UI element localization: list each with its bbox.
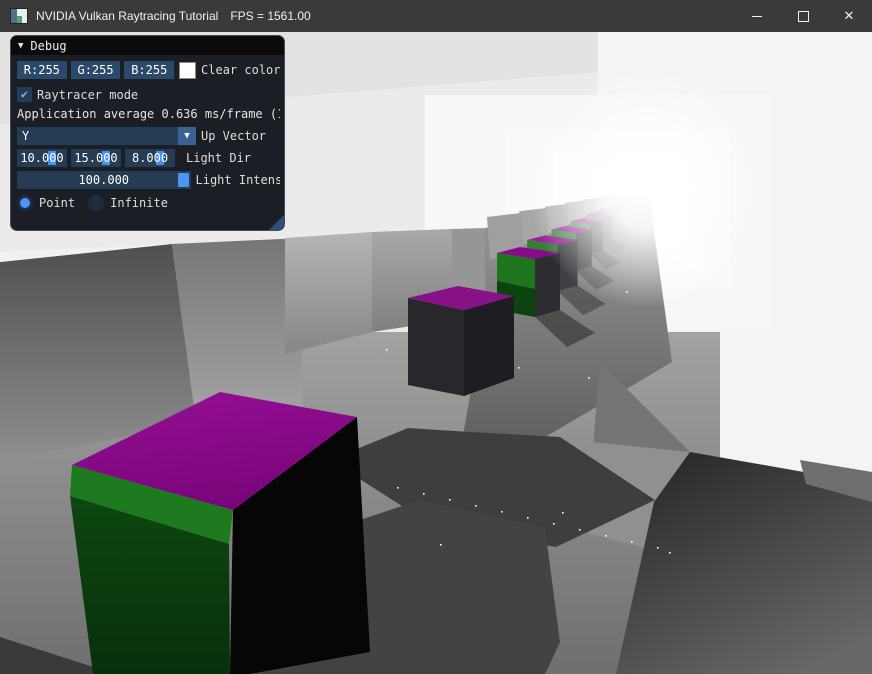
specular-dot — [527, 517, 529, 519]
performance-text: Application average 0.636 ms/frame (15 — [17, 107, 280, 121]
point-radio[interactable] — [17, 195, 33, 211]
panel-title: Debug — [30, 39, 66, 53]
slider-grab[interactable] — [178, 173, 189, 187]
resize-grip[interactable] — [269, 215, 284, 230]
app-icon — [11, 9, 27, 23]
specular-dot — [851, 285, 853, 287]
maximize-icon — [798, 11, 809, 22]
light-intensity-row: 100.000 Light Intens — [17, 171, 280, 189]
specular-dot — [423, 493, 425, 495]
specular-dot — [553, 523, 555, 525]
green-button[interactable]: G:255 — [71, 61, 121, 79]
specular-dot — [440, 544, 442, 546]
blue-button[interactable]: B:255 — [124, 61, 174, 79]
specular-dot — [588, 377, 590, 379]
specular-dot — [562, 512, 564, 514]
light-glow — [528, 68, 768, 308]
window-controls: ✕ — [734, 0, 872, 32]
red-button[interactable]: R:255 — [17, 61, 67, 79]
specular-dot — [475, 505, 477, 507]
close-button[interactable]: ✕ — [826, 0, 872, 32]
light-intensity-value: 100.000 — [78, 173, 129, 187]
up-vector-combo[interactable]: Y ▼ — [17, 127, 196, 145]
raytracer-checkbox[interactable]: ✔ — [17, 87, 32, 102]
collapse-arrow-icon[interactable]: ▼ — [18, 41, 23, 51]
specular-dot — [501, 511, 503, 513]
infinite-label: Infinite — [110, 196, 168, 210]
check-icon: ✔ — [21, 87, 28, 102]
specular-dot — [605, 535, 607, 537]
up-vector-row: Y ▼ Up Vector — [17, 127, 280, 145]
debug-panel[interactable]: ▼ Debug R:255 G:255 B:255 Clear color ✔ … — [10, 35, 285, 231]
light-dir-x-field[interactable]: 10.000 — [17, 149, 67, 167]
clear-color-swatch[interactable] — [179, 62, 196, 79]
chevron-down-icon[interactable]: ▼ — [178, 127, 196, 145]
fps-counter: FPS = 1561.00 — [230, 9, 310, 23]
specular-dot — [631, 541, 633, 543]
specular-dot — [718, 292, 720, 294]
raytracer-row: ✔ Raytracer mode — [17, 87, 280, 102]
close-icon: ✕ — [844, 9, 855, 24]
mid-cube-front — [408, 298, 464, 396]
light-type-row: Point Infinite — [17, 195, 280, 211]
point-label: Point — [39, 196, 75, 210]
specular-dot — [657, 547, 659, 549]
specular-dot — [449, 499, 451, 501]
up-vector-label: Up Vector — [201, 129, 266, 143]
minimize-icon — [752, 16, 762, 17]
application-window: NVIDIA Vulkan Raytracing Tutorial FPS = … — [0, 0, 872, 674]
up-vector-value[interactable]: Y — [17, 127, 178, 145]
raytracer-label: Raytracer mode — [37, 88, 138, 102]
specular-dot — [386, 349, 388, 351]
specular-dot — [518, 367, 520, 369]
light-dir-y-field[interactable]: 15.000 — [71, 149, 121, 167]
infinite-radio[interactable] — [88, 195, 104, 211]
light-intensity-slider[interactable]: 100.000 — [17, 171, 191, 189]
clear-color-row: R:255 G:255 B:255 Clear color — [17, 61, 280, 79]
window-title: NVIDIA Vulkan Raytracing Tutorial — [36, 9, 218, 23]
light-dir-label: Light Dir — [186, 151, 251, 165]
light-dir-row: 10.000 15.000 8.000 Light Dir — [17, 149, 280, 167]
maximize-button[interactable] — [780, 0, 826, 32]
minimize-button[interactable] — [734, 0, 780, 32]
mid-cube — [408, 286, 514, 396]
specular-dot — [397, 487, 399, 489]
light-dir-z-field[interactable]: 8.000 — [125, 149, 175, 167]
clear-color-label: Clear color — [201, 63, 280, 77]
specular-dot — [669, 552, 671, 554]
debug-panel-header[interactable]: ▼ Debug — [11, 36, 284, 55]
light-intensity-label: Light Intens — [196, 173, 281, 187]
window-titlebar[interactable]: NVIDIA Vulkan Raytracing Tutorial FPS = … — [0, 0, 872, 32]
specular-dot — [579, 529, 581, 531]
